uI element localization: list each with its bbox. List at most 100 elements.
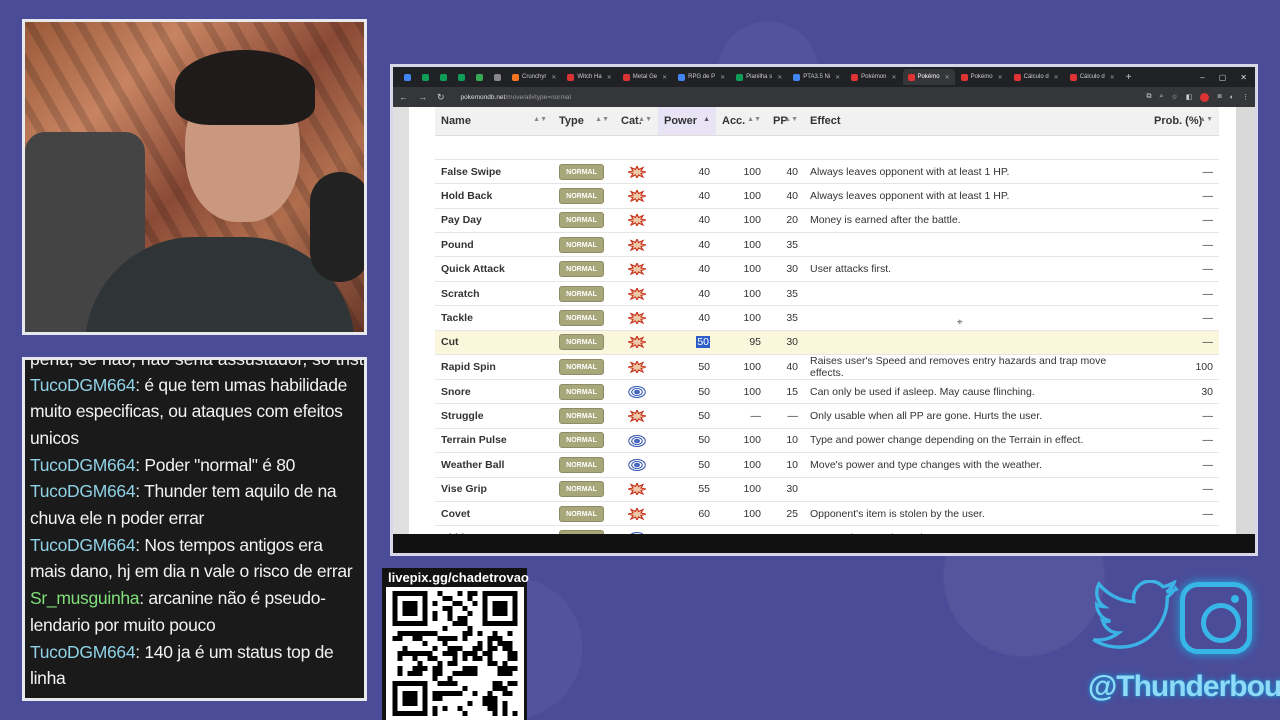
- move-name-link[interactable]: Struggle: [435, 403, 553, 429]
- bookmark-star-icon[interactable]: ☆: [1171, 93, 1177, 101]
- reload-icon[interactable]: ↻: [437, 92, 445, 103]
- type-badge[interactable]: NORMAL: [559, 285, 604, 302]
- type-badge[interactable]: NORMAL: [559, 383, 604, 400]
- table-row[interactable]: Tackle NORMAL 40 100 35 —: [435, 305, 1219, 331]
- table-row[interactable]: Cut NORMAL 50 95 30 —: [435, 330, 1219, 356]
- chat-username[interactable]: TucoDGM664: [30, 455, 136, 475]
- col-header-probability[interactable]: Prob. (%) ▲▼: [1148, 107, 1219, 136]
- close-window-icon[interactable]: ✕: [1240, 73, 1247, 82]
- chat-username[interactable]: TucoDGM664: [30, 481, 136, 501]
- browser-tab[interactable]: [435, 69, 452, 85]
- browser-tab[interactable]: [453, 69, 470, 85]
- type-badge[interactable]: NORMAL: [559, 505, 604, 522]
- type-badge[interactable]: NORMAL: [559, 261, 604, 278]
- type-badge[interactable]: NORMAL: [559, 187, 604, 204]
- browser-tab[interactable]: Pokémo ✕: [956, 69, 1008, 85]
- col-header-pp[interactable]: PP ▲▼: [767, 107, 804, 136]
- browser-tab[interactable]: [489, 69, 506, 85]
- col-header-effect[interactable]: Effect: [804, 107, 1148, 136]
- chat-username[interactable]: TucoDGM664: [30, 642, 136, 662]
- zoom-icon[interactable]: ⌕: [1159, 93, 1163, 101]
- type-badge[interactable]: NORMAL: [559, 408, 604, 425]
- col-header-name[interactable]: Name ▲▼: [435, 107, 553, 136]
- tab-close-icon[interactable]: ✕: [1054, 74, 1059, 81]
- browser-tab[interactable]: Metal Ge ✕: [618, 69, 672, 85]
- move-name-link[interactable]: Pay Day: [435, 208, 553, 234]
- move-name-link[interactable]: Quick Attack: [435, 256, 553, 282]
- table-row[interactable]: Scratch NORMAL 40 100 35 —: [435, 281, 1219, 307]
- move-name-link[interactable]: False Swipe: [435, 159, 553, 185]
- col-header-power[interactable]: Power ▲: [658, 107, 716, 136]
- browser-tab[interactable]: Witch Ha ✕: [562, 69, 616, 85]
- move-name-link[interactable]: Vise Grip: [435, 477, 553, 502]
- type-badge[interactable]: NORMAL: [559, 359, 604, 376]
- tab-close-icon[interactable]: ✕: [607, 74, 612, 81]
- table-row[interactable]: Weather Ball NORMAL 50 100 10 Move's power an…: [435, 452, 1219, 478]
- tab-close-icon[interactable]: ✕: [892, 74, 897, 81]
- move-name-link[interactable]: Tackle: [435, 305, 553, 331]
- url-field[interactable]: pokemondb.net/move/all#type=normal: [461, 94, 571, 101]
- type-badge[interactable]: NORMAL: [559, 334, 604, 351]
- tab-close-icon[interactable]: ✕: [835, 74, 840, 81]
- type-badge[interactable]: NORMAL: [559, 212, 604, 229]
- move-name-link[interactable]: Hold Back: [435, 183, 553, 209]
- chat-username[interactable]: Sr_musguinha: [30, 588, 140, 608]
- move-name-link[interactable]: Rapid Spin: [435, 354, 553, 381]
- table-row[interactable]: Hold Back NORMAL 40 100 40 Always leaves oppo…: [435, 183, 1219, 209]
- translate-icon[interactable]: ⧉: [1146, 93, 1151, 101]
- browser-tab[interactable]: Cálculo d ✕: [1009, 69, 1064, 85]
- type-badge[interactable]: NORMAL: [559, 309, 604, 326]
- table-row[interactable]: Covet NORMAL 60 100 25 Opponent's item is sto…: [435, 501, 1219, 527]
- move-name-link[interactable]: Snore: [435, 379, 553, 405]
- minimize-icon[interactable]: –: [1200, 73, 1204, 82]
- table-row[interactable]: Pay Day NORMAL 40 100 20 Money is earned afte…: [435, 208, 1219, 234]
- move-name-link[interactable]: Terrain Pulse: [435, 428, 553, 454]
- browser-tab[interactable]: Crunchyr ✕: [507, 69, 561, 85]
- forward-icon[interactable]: →: [418, 92, 427, 102]
- profile-icon[interactable]: ◐: [1230, 94, 1234, 101]
- extension-icon[interactable]: ◧: [1186, 93, 1193, 101]
- browser-tab[interactable]: Pokémon ✕: [846, 69, 901, 85]
- type-badge[interactable]: NORMAL: [559, 236, 604, 253]
- browser-tab[interactable]: Pokémo ✕: [902, 69, 955, 85]
- type-badge[interactable]: NORMAL: [559, 163, 604, 180]
- table-row[interactable]: Quick Attack NORMAL 40 100 30 User attacks fi…: [435, 256, 1219, 282]
- browser-tab[interactable]: Planilha s ✕: [731, 69, 787, 85]
- table-row[interactable]: Pound NORMAL 40 100 35 —: [435, 232, 1219, 258]
- maximize-icon[interactable]: ▢: [1219, 73, 1227, 82]
- page-scrollbar[interactable]: [1236, 107, 1255, 537]
- back-icon[interactable]: ←: [399, 92, 408, 102]
- menu-icon[interactable]: ⋮: [1242, 93, 1249, 101]
- tab-close-icon[interactable]: ✕: [945, 74, 950, 81]
- table-row[interactable]: Vise Grip NORMAL 55 100 30 —: [435, 477, 1219, 502]
- tab-close-icon[interactable]: ✕: [720, 74, 725, 81]
- new-tab-icon[interactable]: +: [1121, 69, 1137, 85]
- col-header-type[interactable]: Type ▲▼: [553, 107, 615, 136]
- move-name-link[interactable]: Cut: [435, 330, 553, 356]
- tab-close-icon[interactable]: ✕: [662, 74, 667, 81]
- move-name-link[interactable]: Covet: [435, 501, 553, 527]
- table-row[interactable]: False Swipe NORMAL 40 100 40 Always leaves op…: [435, 159, 1219, 185]
- tab-close-icon[interactable]: ✕: [998, 74, 1003, 81]
- type-badge[interactable]: NORMAL: [559, 432, 604, 449]
- record-icon[interactable]: [1200, 92, 1210, 102]
- table-row[interactable]: Terrain Pulse NORMAL 50 100 10 Type and power…: [435, 428, 1219, 454]
- move-name-link[interactable]: Scratch: [435, 281, 553, 307]
- table-row[interactable]: Snore NORMAL 50 100 15 Can only be used if as…: [435, 379, 1219, 405]
- browser-tab[interactable]: PTA3.5 Ni ✕: [788, 69, 845, 85]
- browser-tab[interactable]: [417, 69, 434, 85]
- extensions-puzzle-icon[interactable]: ⧈: [1217, 93, 1221, 101]
- move-name-link[interactable]: Weather Ball: [435, 452, 553, 478]
- move-name-link[interactable]: Pound: [435, 232, 553, 258]
- browser-tab[interactable]: Cálculo d ✕: [1065, 69, 1120, 85]
- type-badge[interactable]: NORMAL: [559, 456, 604, 473]
- table-row[interactable]: Rapid Spin NORMAL 50 100 40 Raises user's Spe…: [435, 354, 1219, 381]
- browser-tab[interactable]: [399, 69, 416, 85]
- col-header-accuracy[interactable]: Acc. ▲▼: [716, 107, 767, 136]
- chat-username[interactable]: TucoDGM664: [30, 535, 136, 555]
- tab-close-icon[interactable]: ✕: [551, 74, 556, 81]
- table-row[interactable]: Struggle NORMAL 50— — Only usable when all P…: [435, 403, 1219, 429]
- browser-tab[interactable]: RPG de P ✕: [673, 69, 730, 85]
- type-badge[interactable]: NORMAL: [559, 481, 604, 498]
- chat-username[interactable]: TucoDGM664: [30, 375, 136, 395]
